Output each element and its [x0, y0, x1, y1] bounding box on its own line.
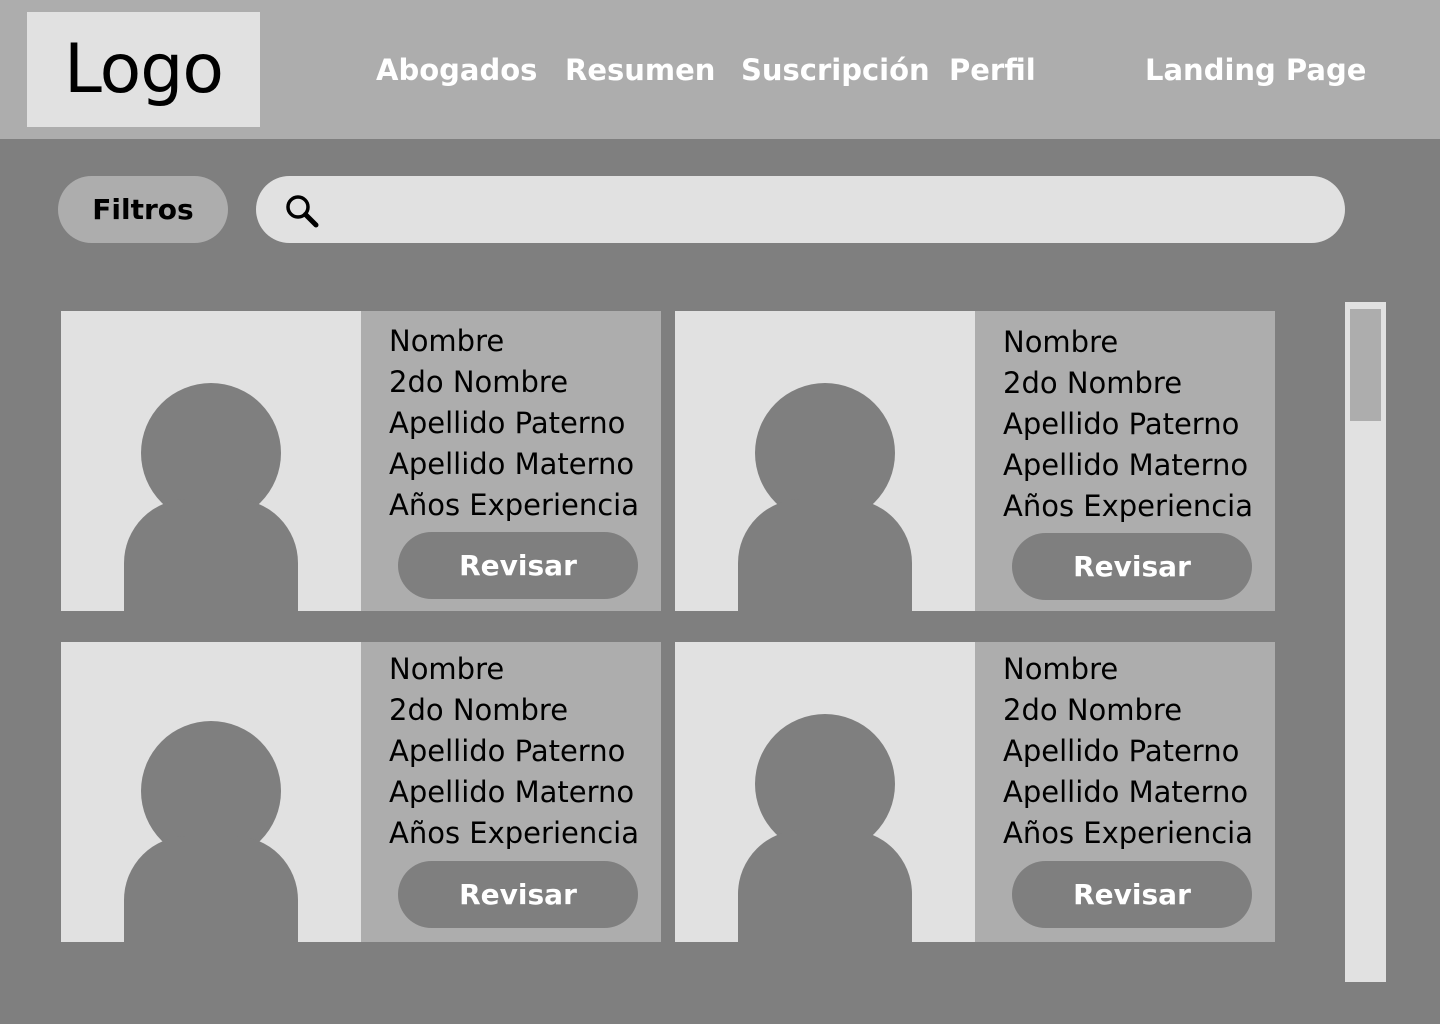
avatar-body-icon [124, 836, 298, 942]
second-name: 2do Nombre [1003, 366, 1183, 400]
first-name: Nombre [1003, 652, 1119, 686]
first-name: Nombre [389, 324, 505, 358]
lawyer-card: Nombre 2do Nombre Apellido Paterno Apell… [675, 311, 1275, 611]
review-button[interactable]: Revisar [1012, 533, 1252, 600]
top-navigation-bar: Logo Abogados Resumen Suscripción Perfil… [0, 0, 1440, 139]
paternal-surname: Apellido Paterno [389, 406, 626, 440]
first-name: Nombre [1003, 325, 1119, 359]
lawyer-photo-placeholder [675, 642, 975, 942]
second-name: 2do Nombre [389, 693, 569, 727]
years-experience: Años Experiencia [1003, 816, 1253, 850]
nav-item-landing-page[interactable]: Landing Page [1145, 50, 1366, 90]
paternal-surname: Apellido Paterno [1003, 407, 1240, 441]
nav-item-resumen[interactable]: Resumen [565, 50, 715, 90]
second-name: 2do Nombre [389, 365, 569, 399]
second-name: 2do Nombre [1003, 693, 1183, 727]
lawyer-info: Nombre 2do Nombre Apellido Paterno Apell… [975, 311, 1275, 611]
maternal-surname: Apellido Materno [1003, 448, 1249, 482]
lawyer-info: Nombre 2do Nombre Apellido Paterno Apell… [975, 642, 1275, 942]
filters-button[interactable]: Filtros [58, 176, 228, 243]
lawyer-card: Nombre 2do Nombre Apellido Paterno Apell… [61, 642, 661, 942]
years-experience: Años Experiencia [389, 816, 639, 850]
paternal-surname: Apellido Paterno [1003, 734, 1240, 768]
lawyer-photo-placeholder [61, 642, 361, 942]
logo[interactable]: Logo [27, 12, 260, 127]
review-button[interactable]: Revisar [398, 532, 638, 599]
search-icon [286, 195, 319, 228]
maternal-surname: Apellido Materno [389, 447, 635, 481]
maternal-surname: Apellido Materno [389, 775, 635, 809]
nav-item-abogados[interactable]: Abogados [376, 50, 537, 90]
lawyer-photo-placeholder [61, 311, 361, 611]
avatar-body-icon [124, 499, 298, 611]
search-input[interactable] [336, 186, 1316, 233]
nav-item-perfil[interactable]: Perfil [949, 50, 1036, 90]
search-bar[interactable] [256, 176, 1345, 243]
lawyer-card: Nombre 2do Nombre Apellido Paterno Apell… [61, 311, 661, 611]
scrollbar-thumb[interactable] [1350, 309, 1381, 421]
review-button[interactable]: Revisar [1012, 861, 1252, 928]
maternal-surname: Apellido Materno [1003, 775, 1249, 809]
years-experience: Años Experiencia [1003, 489, 1253, 523]
review-button[interactable]: Revisar [398, 861, 638, 928]
paternal-surname: Apellido Paterno [389, 734, 626, 768]
avatar-body-icon [738, 830, 912, 942]
lawyer-card: Nombre 2do Nombre Apellido Paterno Apell… [675, 642, 1275, 942]
years-experience: Años Experiencia [389, 488, 639, 522]
avatar-body-icon [738, 499, 912, 611]
lawyer-info: Nombre 2do Nombre Apellido Paterno Apell… [361, 311, 661, 611]
lawyer-info: Nombre 2do Nombre Apellido Paterno Apell… [361, 642, 661, 942]
nav-item-suscripcion[interactable]: Suscripción [741, 50, 930, 90]
lawyer-photo-placeholder [675, 311, 975, 611]
first-name: Nombre [389, 652, 505, 686]
vertical-scrollbar[interactable] [1345, 302, 1386, 982]
